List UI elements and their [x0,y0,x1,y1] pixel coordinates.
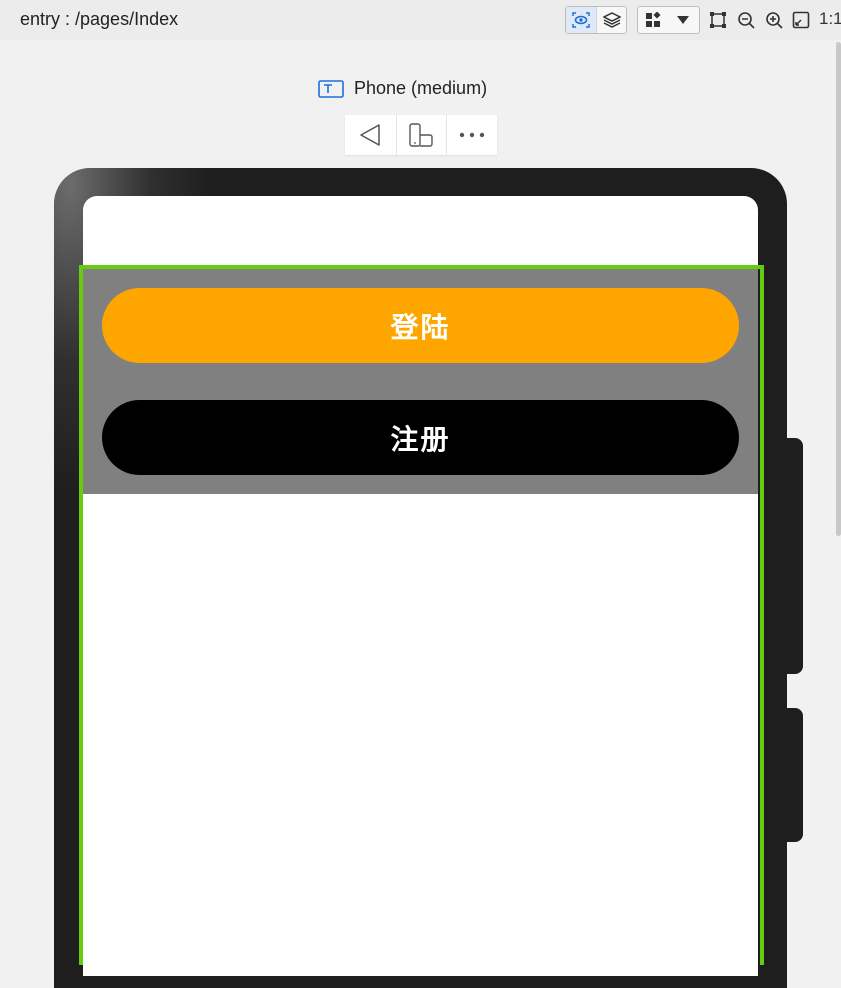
more-button[interactable] [446,115,497,155]
more-icon [459,132,485,138]
rotate-icon [409,123,434,147]
device-name: Phone (medium) [354,78,488,98]
scrollbar-thumb[interactable] [836,42,841,536]
fit-button[interactable] [789,8,813,32]
volume-button [787,438,803,674]
power-button [787,708,803,842]
view-mode-group [565,6,627,34]
route-path: entry : /pages/Index [20,9,179,29]
preview-toolbar: entry : /pages/Index 1:1 [0,0,841,40]
layers-button[interactable] [596,7,626,33]
fit-icon [792,11,810,29]
device-label: Phone (medium) [318,78,487,99]
device-controls [345,115,497,155]
zoom-out-icon [738,12,755,29]
components-group [637,6,700,34]
dropdown-icon [677,16,689,24]
layers-icon [602,12,621,28]
back-icon [360,124,381,146]
inspect-icon [572,12,590,28]
zoom-in-icon [766,12,783,29]
crop-button[interactable] [706,8,730,32]
actual-size-button[interactable]: 1:1 [819,9,841,29]
components-icon [646,12,661,27]
inspect-button[interactable] [566,7,596,33]
components-button[interactable] [638,7,668,33]
components-dropdown[interactable] [668,7,698,33]
selection-highlight [79,265,764,965]
zoom-out-button[interactable] [734,8,758,32]
rotate-button[interactable] [395,115,447,155]
crop-icon [710,12,726,28]
zoom-in-button[interactable] [762,8,786,32]
back-button[interactable] [345,115,396,155]
text-frame-icon [318,79,344,98]
